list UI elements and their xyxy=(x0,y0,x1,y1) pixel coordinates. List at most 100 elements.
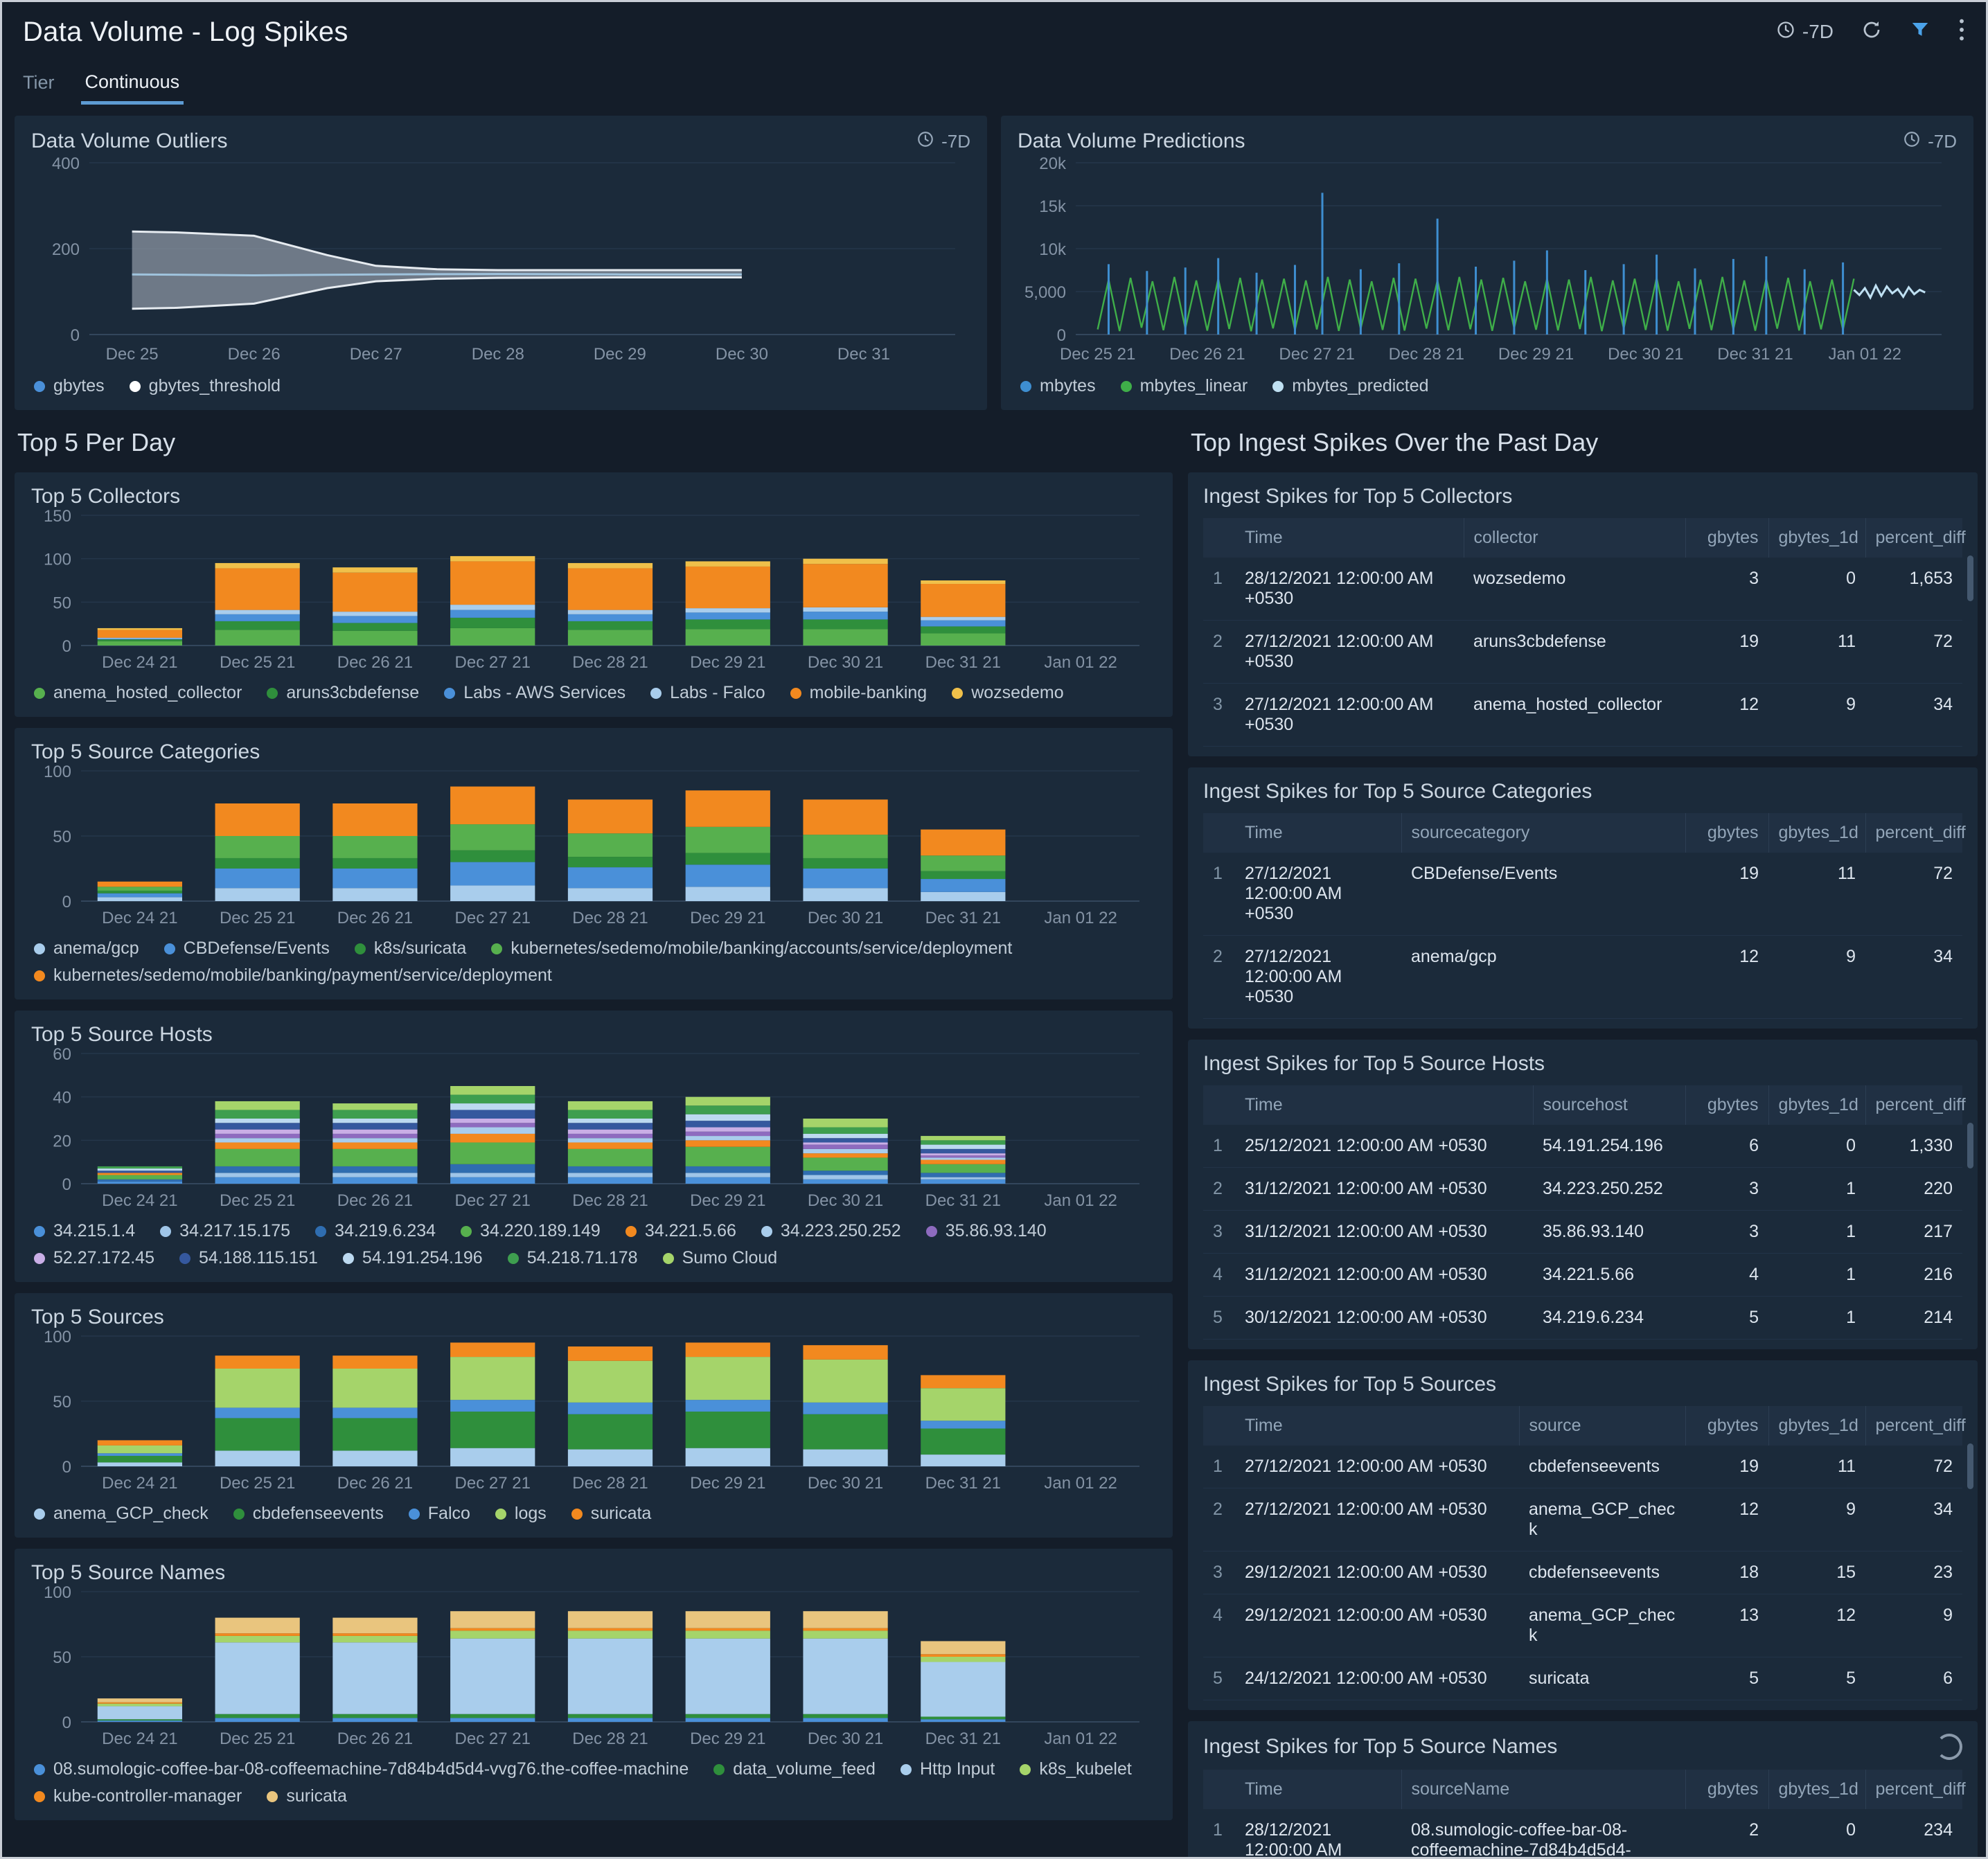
bar-segment[interactable] xyxy=(686,864,770,887)
bar-segment[interactable] xyxy=(215,1142,300,1148)
bar-segment[interactable] xyxy=(921,892,1005,901)
filter-button[interactable] xyxy=(1910,19,1931,45)
bar-segment[interactable] xyxy=(332,1123,417,1129)
bar-segment[interactable] xyxy=(568,621,653,630)
bar-segment[interactable] xyxy=(332,803,417,836)
bar-segment[interactable] xyxy=(803,612,887,619)
legend-item[interactable]: mobile-banking xyxy=(790,683,928,703)
bar-segment[interactable] xyxy=(568,1101,653,1110)
bar-segment[interactable] xyxy=(332,1418,417,1450)
bar-segment[interactable] xyxy=(215,1369,300,1407)
bar-segment[interactable] xyxy=(686,1628,770,1631)
bar-segment[interactable] xyxy=(215,1418,300,1450)
table-row[interactable]: 231/12/2021 12:00:00 AM +053034.223.250.… xyxy=(1203,1168,1962,1211)
legend-item[interactable]: Http Input xyxy=(900,1759,995,1779)
bar-segment[interactable] xyxy=(98,1168,182,1171)
bar-segment[interactable] xyxy=(215,1636,300,1642)
bar-segment[interactable] xyxy=(686,1147,770,1166)
bar-segment[interactable] xyxy=(568,1414,653,1450)
column-header-gbytes[interactable]: gbytes xyxy=(1685,1406,1768,1446)
bar-segment[interactable] xyxy=(98,1720,182,1722)
bar-segment[interactable] xyxy=(332,1130,417,1134)
legend-item[interactable]: gbytes xyxy=(34,376,105,396)
column-header-gbytes_1d[interactable]: gbytes_1d xyxy=(1768,518,1865,558)
bar-segment[interactable] xyxy=(450,1123,535,1127)
bar-segment[interactable] xyxy=(332,1142,417,1148)
bar-segment[interactable] xyxy=(803,1345,887,1360)
bar-segment[interactable] xyxy=(215,1166,300,1173)
bar-segment[interactable] xyxy=(803,1175,887,1179)
legend-item[interactable]: Labs - Falco xyxy=(650,683,765,703)
table-row[interactable]: 331/12/2021 12:00:00 AM +053035.86.93.14… xyxy=(1203,1211,1962,1254)
legend-item[interactable]: 08.sumologic-coffee-bar-08-coffeemachine… xyxy=(34,1759,689,1779)
bar-segment[interactable] xyxy=(568,1450,653,1466)
bar-segment[interactable] xyxy=(921,633,1005,646)
bar-segment[interactable] xyxy=(568,1630,653,1638)
column-header-Time[interactable]: Time xyxy=(1235,518,1464,558)
top5-source-categories-chart[interactable]: 050100Dec 24 21Dec 25 21Dec 26 21Dec 27 … xyxy=(31,764,1156,930)
column-header-collector[interactable]: collector xyxy=(1464,518,1685,558)
bar-segment[interactable] xyxy=(568,563,653,569)
legend-item[interactable]: 34.220.189.149 xyxy=(461,1221,601,1241)
bar-segment[interactable] xyxy=(568,1110,653,1119)
bar-segment[interactable] xyxy=(98,1173,182,1175)
column-header-gbytes_1d[interactable]: gbytes_1d xyxy=(1768,1085,1865,1125)
bar-segment[interactable] xyxy=(215,888,300,901)
column-header-source[interactable]: source xyxy=(1519,1406,1685,1446)
legend-item[interactable]: data_volume_feed xyxy=(713,1759,876,1779)
bar-segment[interactable] xyxy=(98,887,182,891)
bar-segment[interactable] xyxy=(803,1450,887,1466)
bar-segment[interactable] xyxy=(686,1128,770,1132)
table-row[interactable]: 227/12/2021 12:00:00 AM +0530aruns3cbdef… xyxy=(1203,621,1962,684)
column-header-Time[interactable]: Time xyxy=(1235,1085,1533,1125)
bar-segment[interactable] xyxy=(921,1375,1005,1388)
tab-continuous[interactable]: Continuous xyxy=(81,71,184,105)
bar-segment[interactable] xyxy=(568,1611,653,1628)
bar-segment[interactable] xyxy=(450,1119,535,1123)
bar-segment[interactable] xyxy=(450,1628,535,1631)
bar-segment[interactable] xyxy=(98,1180,182,1182)
bar-segment[interactable] xyxy=(332,612,417,616)
bar-segment[interactable] xyxy=(568,833,653,857)
bar-segment[interactable] xyxy=(686,629,770,646)
bar-segment[interactable] xyxy=(921,1657,1005,1662)
legend-item[interactable]: mbytes xyxy=(1020,376,1096,396)
bar-segment[interactable] xyxy=(98,1704,182,1707)
legend-item[interactable]: cbdefenseevents xyxy=(233,1504,384,1524)
bar-segment[interactable] xyxy=(921,1164,1005,1173)
bar-segment[interactable] xyxy=(332,1718,417,1722)
bar-segment[interactable] xyxy=(803,1128,887,1134)
bar-segment[interactable] xyxy=(450,1630,535,1638)
bar-segment[interactable] xyxy=(568,1361,653,1403)
bar-segment[interactable] xyxy=(450,824,535,851)
bar-segment[interactable] xyxy=(98,1453,182,1456)
column-header-gbytes[interactable]: gbytes xyxy=(1685,813,1768,853)
bar-segment[interactable] xyxy=(921,617,1005,621)
legend-item[interactable]: 34.219.6.234 xyxy=(315,1221,436,1241)
bar-segment[interactable] xyxy=(450,1095,535,1104)
bar-segment[interactable] xyxy=(98,638,182,639)
column-header-percent_diff[interactable]: percent_diff xyxy=(1865,518,1962,558)
column-header-gbytes_1d[interactable]: gbytes_1d xyxy=(1768,813,1865,853)
bar-segment[interactable] xyxy=(921,1421,1005,1428)
legend-item[interactable]: Labs - AWS Services xyxy=(444,683,625,703)
table-row[interactable]: 327/12/2021 12:00:00 AM +0530anema_hoste… xyxy=(1203,684,1962,747)
bar-segment[interactable] xyxy=(803,1714,887,1718)
bar-segment[interactable] xyxy=(450,1142,535,1164)
bar-segment[interactable] xyxy=(686,1611,770,1628)
bar-segment[interactable] xyxy=(921,621,1005,627)
bar-segment[interactable] xyxy=(686,1630,770,1638)
bar-segment[interactable] xyxy=(98,897,182,901)
bar-segment[interactable] xyxy=(98,882,182,887)
bar-segment[interactable] xyxy=(215,1714,300,1718)
bar-segment[interactable] xyxy=(215,836,300,858)
bar-segment[interactable] xyxy=(98,1182,182,1184)
top5-source-names-chart[interactable]: 050100Dec 24 21Dec 25 21Dec 26 21Dec 27 … xyxy=(31,1585,1156,1751)
column-header-index[interactable] xyxy=(1203,813,1235,853)
bar-segment[interactable] xyxy=(568,1123,653,1129)
bar-segment[interactable] xyxy=(803,1414,887,1450)
bar-segment[interactable] xyxy=(803,1138,887,1142)
column-header-sourceName[interactable]: sourceName xyxy=(1401,1770,1685,1809)
bar-segment[interactable] xyxy=(803,1360,887,1403)
bar-segment[interactable] xyxy=(98,1446,182,1453)
